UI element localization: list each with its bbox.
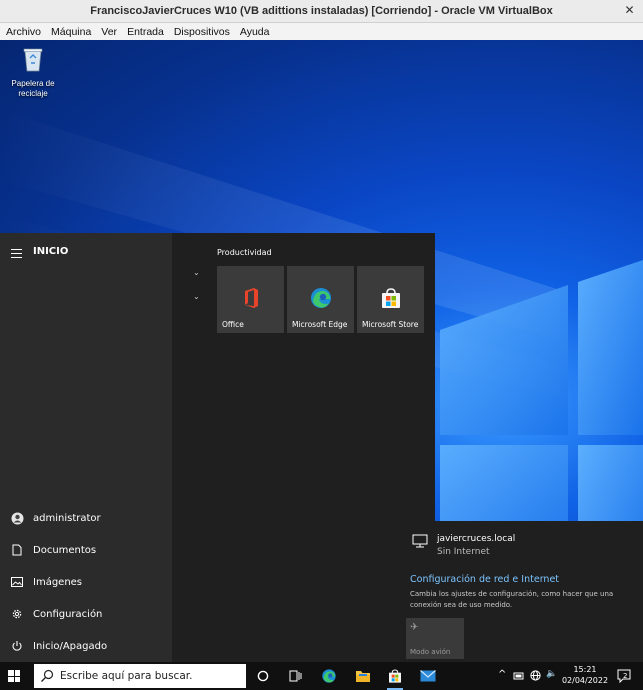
- task-view-button[interactable]: [254, 667, 272, 685]
- plug-icon: [513, 672, 524, 680]
- menu-maquina[interactable]: Máquina: [45, 26, 95, 38]
- tile-label: Office: [222, 320, 244, 329]
- nav-item-label: Imágenes: [33, 576, 83, 588]
- window-titlebar: FranciscoJavierCruces W10 (VB adittions …: [0, 0, 643, 23]
- clock-time: 15:21: [573, 665, 597, 674]
- chevron-down-icon[interactable]: ⌄: [193, 268, 200, 277]
- tile-label: Microsoft Edge: [292, 320, 348, 329]
- cortana-icon: [257, 670, 269, 682]
- start-header: INICIO: [33, 246, 69, 257]
- tray-chevron-up-icon[interactable]: ^: [498, 669, 506, 680]
- tile-group-title: Productividad: [217, 248, 272, 257]
- nav-item-label: Documentos: [33, 544, 97, 556]
- network-settings-description: Cambia los ajustes de configuración, com…: [410, 590, 614, 609]
- search-icon: [41, 669, 54, 682]
- chevron-down-icon[interactable]: ⌄: [193, 292, 200, 301]
- nav-item-user[interactable]: administrator: [0, 503, 172, 533]
- recycle-bin[interactable]: Papelera de reciclaje: [8, 46, 58, 99]
- tray-network[interactable]: [530, 670, 541, 684]
- nav-item-apagado[interactable]: Inicio/Apagado: [0, 631, 172, 661]
- clock-date: 02/04/2022: [561, 676, 609, 685]
- nav-item-label: administrator: [33, 512, 101, 524]
- edge-icon: [322, 669, 336, 683]
- tile-label: Microsoft Store: [362, 320, 419, 329]
- tray-volume-icon[interactable]: 🔈: [546, 669, 557, 679]
- taskbar-mail[interactable]: [419, 667, 437, 685]
- network-flyout: javiercruces.local Sin Internet Configur…: [402, 521, 643, 662]
- menu-ayuda[interactable]: Ayuda: [234, 26, 274, 38]
- menu-archivo[interactable]: Archivo: [0, 26, 45, 38]
- action-center-button[interactable]: 2: [617, 668, 631, 684]
- start-tiles-pane: Productividad ⌄ ⌄ Office Microsoft Edge: [172, 233, 435, 662]
- nav-item-imagenes[interactable]: Imágenes: [0, 567, 172, 597]
- nav-item-documentos[interactable]: Documentos: [0, 535, 172, 565]
- airplane-mode-toggle[interactable]: ✈ Modo avión: [406, 618, 464, 659]
- globe-icon: [530, 670, 541, 681]
- mail-icon: [420, 670, 436, 682]
- airplane-icon: ✈: [410, 622, 419, 633]
- tray-battery[interactable]: [513, 670, 524, 684]
- network-settings-link[interactable]: Configuración de red e Internet: [410, 574, 559, 585]
- search-box[interactable]: Escribe aquí para buscar.: [34, 664, 246, 688]
- menu-ver[interactable]: Ver: [95, 26, 121, 38]
- network-status: Sin Internet: [437, 547, 490, 557]
- taskbar-explorer[interactable]: [354, 667, 372, 685]
- tile-office[interactable]: Office: [217, 266, 284, 333]
- power-icon: [10, 639, 24, 653]
- store-icon: [389, 669, 401, 683]
- taskbar: Escribe aquí para buscar. ^ 🔈 15:21 02/0…: [0, 662, 643, 690]
- menu-entrada[interactable]: Entrada: [121, 26, 168, 38]
- office-icon: [245, 288, 258, 308]
- gear-icon: [10, 607, 24, 621]
- start-left-pane: INICIO administrator Documentos Imágenes…: [0, 233, 172, 662]
- user-icon: [10, 511, 24, 525]
- notification-count: 2: [623, 672, 628, 680]
- network-ethernet-icon: [412, 534, 428, 548]
- tile-edge[interactable]: Microsoft Edge: [287, 266, 354, 333]
- tile-store[interactable]: Microsoft Store: [357, 266, 424, 333]
- edge-icon: [311, 288, 331, 308]
- airplane-mode-label: Modo avión: [410, 648, 451, 656]
- task-view-icon: [289, 670, 301, 682]
- document-icon: [10, 543, 24, 557]
- close-button[interactable]: ✕: [622, 3, 637, 18]
- pictures-icon: [10, 575, 24, 589]
- tray-clock[interactable]: 15:21 02/04/2022: [561, 664, 609, 686]
- start-button[interactable]: [8, 670, 20, 682]
- taskbar-store[interactable]: [386, 667, 404, 690]
- menu-dispositivos[interactable]: Dispositivos: [168, 26, 234, 38]
- recycle-bin-label: Papelera de reciclaje: [11, 79, 55, 98]
- nav-item-label: Inicio/Apagado: [33, 640, 108, 652]
- hamburger-menu-icon[interactable]: [11, 249, 22, 258]
- taskbar-edge[interactable]: [320, 667, 338, 685]
- store-icon: [382, 288, 400, 308]
- task-view-icon-button[interactable]: [286, 667, 304, 685]
- folder-icon: [356, 671, 370, 682]
- nav-item-configuracion[interactable]: Configuración: [0, 599, 172, 629]
- start-menu: INICIO administrator Documentos Imágenes…: [0, 233, 435, 662]
- recycle-bin-icon: [23, 48, 43, 72]
- menubar: Archivo Máquina Ver Entrada Dispositivos…: [0, 23, 643, 40]
- search-placeholder: Escribe aquí para buscar.: [60, 670, 193, 682]
- window-title: FranciscoJavierCruces W10 (VB adittions …: [90, 5, 553, 17]
- network-name[interactable]: javiercruces.local: [437, 534, 515, 544]
- nav-item-label: Configuración: [33, 608, 103, 620]
